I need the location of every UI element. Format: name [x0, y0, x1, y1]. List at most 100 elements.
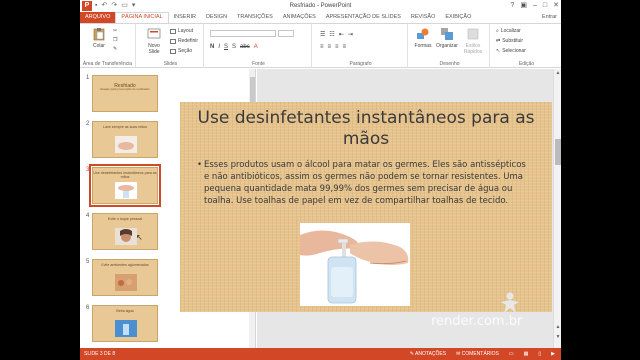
- replace-button[interactable]: ⇄ Substituir: [496, 38, 523, 44]
- thumbnail-title: Beba água: [116, 309, 134, 313]
- numbering-icon[interactable]: ☷: [329, 31, 334, 38]
- slideshow-view-icon[interactable]: ▶: [551, 348, 555, 360]
- slides-group-label: Slides: [163, 61, 178, 67]
- tab-home[interactable]: PÁGINA INICIAL: [115, 12, 169, 23]
- section-button[interactable]: Seção: [170, 48, 192, 54]
- tab-view[interactable]: EXIBIÇÃO: [440, 12, 476, 23]
- help-icon[interactable]: ?: [510, 1, 514, 10]
- sign-in-link[interactable]: Entrar: [542, 12, 557, 23]
- find-button[interactable]: ⌕ Localizar: [496, 28, 521, 34]
- status-bar: SLIDE 3 DE 8 ✎ ANOTAÇÕES ✉ COMENTÁRIOS ▭…: [80, 348, 561, 360]
- tab-file[interactable]: ARQUIVO: [80, 12, 116, 23]
- sanitizer-photo[interactable]: [300, 223, 410, 306]
- scroll-up-icon[interactable]: ▲: [554, 70, 561, 76]
- list-row: ☰ ☷ ⇤ ⇥: [320, 31, 353, 38]
- quick-styles-button[interactable]: Estilos Rápidos: [460, 27, 486, 55]
- format-painter-button[interactable]: ✎: [113, 46, 117, 52]
- thumbnail-title: Lave sempre as suas mãos: [103, 125, 147, 129]
- slide-canvas[interactable]: Use desinfetantes instantâneos para as m…: [180, 102, 552, 312]
- font-size-select[interactable]: [278, 30, 294, 37]
- shadow-icon[interactable]: S: [232, 44, 236, 50]
- watermark: render.com.br: [431, 314, 523, 329]
- italic-icon[interactable]: I: [218, 44, 220, 50]
- drawing-group-label: Desenho: [439, 61, 460, 67]
- tab-transitions[interactable]: TRANSIÇÕES: [232, 12, 278, 23]
- copy-icon: ❐: [113, 37, 118, 43]
- bold-icon[interactable]: N: [210, 44, 214, 50]
- hand-washing-image: [115, 136, 137, 153]
- shapes-button[interactable]: Formas: [412, 27, 434, 49]
- paste-button[interactable]: Colar: [88, 27, 110, 49]
- window-title: Resfriado - PowerPoint: [289, 3, 352, 9]
- ribbon: Colar ✂ ❐ ✎ Área de Transferência Novo S…: [80, 23, 561, 68]
- editing-group: ⌕ Localizar ⇄ Substituir ↖ Selecionar Ediçã…: [492, 24, 561, 68]
- thumbnail-title: Use desinfetantes instantâneos para as m…: [93, 171, 157, 179]
- select-icon: ↖: [496, 48, 501, 54]
- slide-sorter-icon[interactable]: ▦: [524, 348, 529, 360]
- tab-design[interactable]: DESIGN: [201, 12, 232, 23]
- thumbnail-preview: Lave sempre as suas mãos: [92, 121, 158, 158]
- scroll-prev-slide-icon[interactable]: ▲: [554, 324, 561, 330]
- minimize-icon[interactable]: –: [533, 1, 537, 10]
- reading-view-icon[interactable]: ▯: [538, 348, 541, 360]
- sneezing-person-image: [115, 228, 137, 245]
- select-button[interactable]: ↖ Selecionar: [496, 48, 526, 54]
- paste-icon: [93, 28, 105, 41]
- font-family-select[interactable]: [210, 30, 276, 37]
- section-icon: [170, 48, 176, 54]
- format-painter-icon: ✎: [113, 46, 118, 52]
- slide-body-paragraph: Esses produtos usam o álcool para matar …: [204, 160, 526, 206]
- thumbnail-preview: Use desinfetantes instantâneos para as m…: [89, 164, 161, 207]
- clipboard-group-label: Área de Transferência: [82, 61, 133, 67]
- reset-button[interactable]: Redefinir: [170, 38, 198, 44]
- strikethrough-icon[interactable]: abc: [240, 44, 250, 50]
- tab-slideshow[interactable]: APRESENTAÇÃO DE SLIDES: [321, 12, 406, 23]
- copy-button[interactable]: ❐: [113, 37, 117, 43]
- layout-button[interactable]: Layout: [170, 28, 193, 34]
- mouse-cursor-icon: ↖: [136, 233, 143, 242]
- editor-scrollbar[interactable]: ▲ ▲ ▼: [553, 69, 561, 348]
- ribbon-tabs: ARQUIVO PÁGINA INICIAL INSERIR DESIGN TR…: [80, 12, 561, 23]
- font-format-row: N I S S abc A: [210, 44, 258, 50]
- increase-indent-icon[interactable]: ⇥: [348, 31, 353, 38]
- editor-scrollbar-thumb[interactable]: [555, 139, 561, 165]
- notes-button[interactable]: ✎ ANOTAÇÕES: [410, 348, 446, 360]
- ribbon-display-icon[interactable]: ▣: [520, 1, 527, 10]
- tab-animations[interactable]: ANIMAÇÕES: [278, 12, 321, 23]
- align-center-icon[interactable]: ≡: [328, 44, 332, 50]
- font-group-label: Fonte: [252, 61, 265, 67]
- paragraph-group-label: Parágrafo: [349, 61, 372, 67]
- layout-icon: [170, 28, 176, 34]
- justify-icon[interactable]: ≡: [343, 44, 347, 50]
- thumbnail-preview: Evite o toque pessoal: [92, 213, 158, 250]
- underline-icon[interactable]: S: [224, 44, 228, 50]
- font-color-icon[interactable]: A: [254, 44, 258, 50]
- editing-group-label: Edição: [518, 61, 535, 67]
- close-icon[interactable]: ✕: [553, 1, 559, 10]
- thumbnail-number: 6: [86, 305, 90, 311]
- shapes-icon: [417, 28, 429, 39]
- thumbnail-number: 2: [86, 121, 90, 127]
- slide-body-text[interactable]: • Esses produtos usam o álcool para mata…: [197, 159, 526, 207]
- thumbnail-number: 4: [86, 213, 90, 219]
- arrange-icon: [441, 28, 453, 40]
- scroll-next-slide-icon[interactable]: ▼: [554, 334, 561, 340]
- decrease-indent-icon[interactable]: ⇤: [339, 31, 344, 38]
- align-right-icon[interactable]: ≡: [335, 44, 339, 50]
- thumbnail-number: 1: [86, 75, 90, 81]
- font-group: N I S S abc A Fonte: [206, 24, 312, 68]
- new-slide-button[interactable]: Novo Slide: [143, 27, 165, 55]
- comments-button[interactable]: ✉ COMENTÁRIOS: [456, 348, 499, 360]
- align-left-icon[interactable]: ≡: [320, 44, 324, 50]
- arrange-button[interactable]: Organizar: [436, 27, 458, 49]
- slide-title[interactable]: Use desinfetantes instantâneos para as m…: [190, 108, 542, 150]
- cut-button[interactable]: ✂: [113, 28, 117, 34]
- thumbnail-number: 5: [86, 259, 90, 265]
- tab-review[interactable]: REVISÃO: [406, 12, 440, 23]
- normal-view-icon[interactable]: ▭: [509, 348, 514, 360]
- bullets-icon[interactable]: ☰: [320, 31, 325, 38]
- crowd-image: [115, 274, 137, 291]
- quick-styles-icon: [467, 28, 479, 40]
- maximize-icon[interactable]: □: [543, 1, 547, 10]
- tab-insert[interactable]: INSERIR: [169, 12, 201, 23]
